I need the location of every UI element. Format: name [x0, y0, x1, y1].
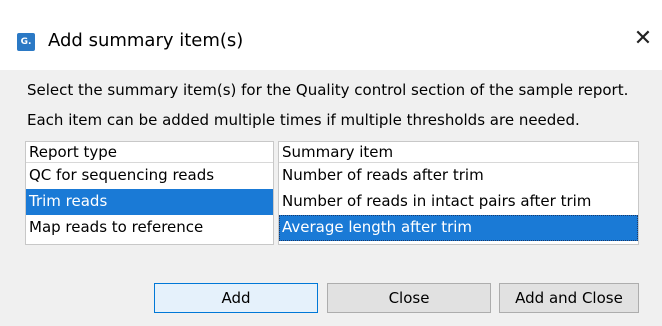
summary-item-average-length-after-trim[interactable]: Average length after trim — [279, 215, 638, 241]
report-type-list[interactable]: Report type QC for sequencing reads Trim… — [25, 141, 274, 245]
report-type-item-trim-reads[interactable]: Trim reads — [26, 189, 273, 215]
add-summary-item-dialog: G. Add summary item(s) ✕ Select the summ… — [0, 0, 662, 326]
dialog-title: Add summary item(s) — [48, 30, 244, 51]
report-type-item-qc-sequencing-reads[interactable]: QC for sequencing reads — [26, 163, 273, 189]
summary-item-reads-intact-pairs-after-trim[interactable]: Number of reads in intact pairs after tr… — [279, 189, 638, 215]
report-type-header[interactable]: Report type — [26, 142, 273, 163]
app-icon: G. — [17, 33, 35, 51]
close-icon[interactable]: ✕ — [632, 27, 654, 51]
description-line-2: Each item can be added multiple times if… — [27, 111, 580, 129]
summary-item-reads-after-trim[interactable]: Number of reads after trim — [279, 163, 638, 189]
close-button[interactable]: Close — [327, 283, 491, 313]
title-bar[interactable]: G. Add summary item(s) ✕ — [0, 0, 662, 70]
description-line-1: Select the summary item(s) for the Quali… — [27, 81, 629, 99]
summary-item-list[interactable]: Summary item Number of reads after trim … — [278, 141, 639, 245]
report-type-item-map-reads-to-reference[interactable]: Map reads to reference — [26, 215, 273, 241]
summary-item-header[interactable]: Summary item — [279, 142, 638, 163]
add-button[interactable]: Add — [154, 283, 318, 313]
add-and-close-button[interactable]: Add and Close — [499, 283, 639, 313]
